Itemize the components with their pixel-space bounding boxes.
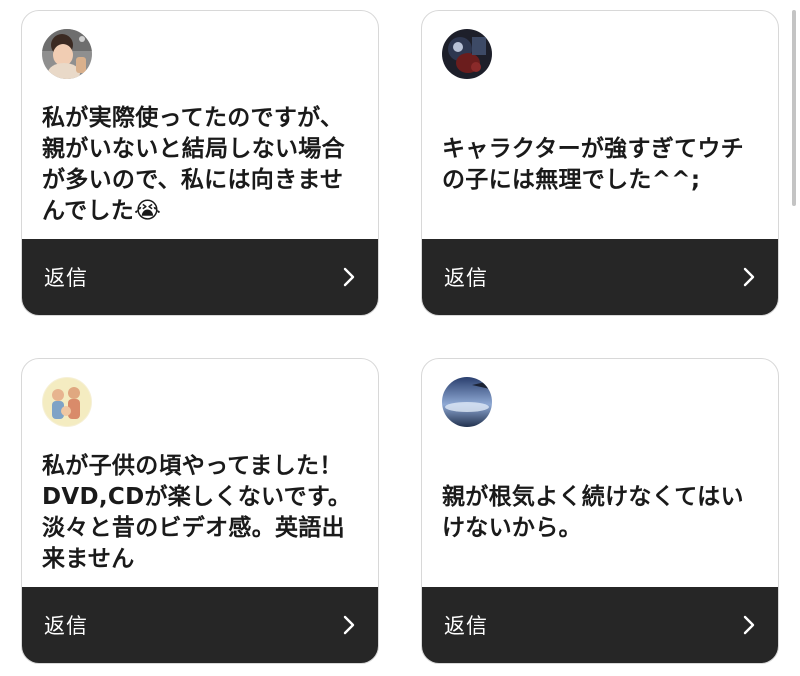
comment-body: 私が子供の頃やってました！DVD,CDが楽しくないです。淡々と昔のビデオ感。英語… (42, 439, 360, 587)
user-avatar[interactable] (42, 377, 92, 427)
comment-grid: 私が実際使ってたのですが、親がいないと結局しない場合が多いので、私には向きません… (0, 0, 800, 676)
reply-button[interactable]: 返信 (422, 587, 778, 663)
reply-label: 返信 (44, 266, 88, 290)
chevron-right-icon (742, 266, 756, 288)
comment-card: 親が根気よく続けなくてはいけないから。 返信 (421, 358, 779, 664)
comment-text: 私が実際使ってたのですが、親がいないと結局しない場合が多いので、私には向きません… (42, 105, 345, 224)
comment-body: 私が実際使ってたのですが、親がいないと結局しない場合が多いので、私には向きません… (42, 91, 360, 239)
user-avatar[interactable] (442, 377, 492, 427)
reply-label: 返信 (444, 266, 488, 290)
user-avatar[interactable] (442, 29, 492, 79)
comment-card: 私が実際使ってたのですが、親がいないと結局しない場合が多いので、私には向きません… (21, 10, 379, 316)
chevron-right-icon (342, 266, 356, 288)
reply-button[interactable]: 返信 (22, 239, 378, 315)
comment-text: 親が根気よく続けなくてはいけないから。 (442, 484, 744, 541)
comment-card: キャラクターが強すぎてウチの子には無理でした^^; 返信 (421, 10, 779, 316)
comment-text: 私が子供の頃やってました！DVD,CDが楽しくないです。淡々と昔のビデオ感。英語… (42, 453, 352, 572)
user-avatar[interactable] (42, 29, 92, 79)
comment-body: 親が根気よく続けなくてはいけないから。 (442, 439, 760, 587)
reply-label: 返信 (44, 614, 88, 638)
comment-body: キャラクターが強すぎてウチの子には無理でした^^; (442, 91, 760, 239)
reply-button[interactable]: 返信 (422, 239, 778, 315)
chevron-right-icon (342, 614, 356, 636)
chevron-right-icon (742, 614, 756, 636)
comment-card: 私が子供の頃やってました！DVD,CDが楽しくないです。淡々と昔のビデオ感。英語… (21, 358, 379, 664)
comment-text: キャラクターが強すぎてウチの子には無理でした^^; (442, 136, 744, 193)
reply-label: 返信 (444, 614, 488, 638)
reply-button[interactable]: 返信 (22, 587, 378, 663)
scrollbar[interactable] (792, 10, 796, 206)
